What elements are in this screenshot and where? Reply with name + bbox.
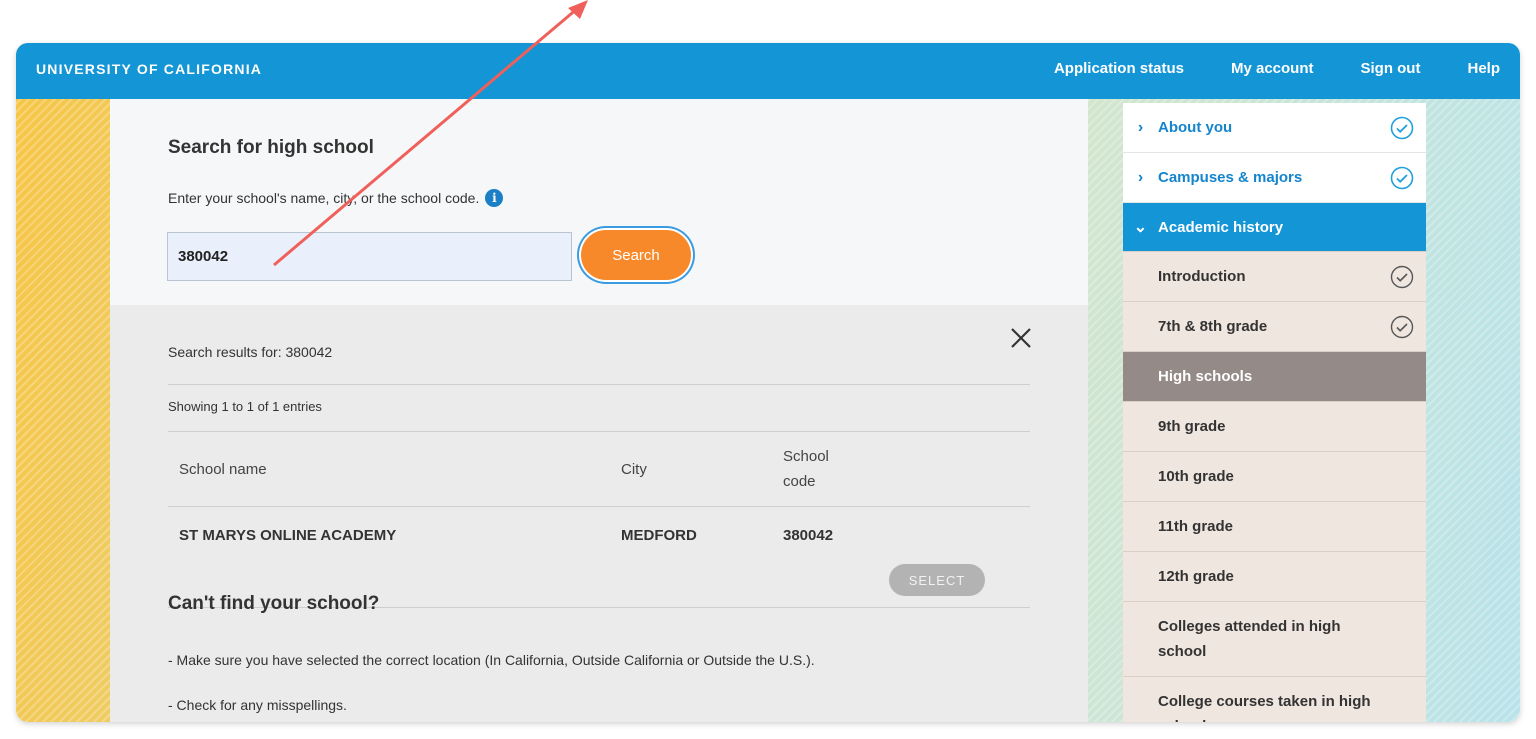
cant-find-heading: Can't find your school? [168,593,380,614]
header-nav: Application status My account Sign out H… [1054,60,1500,77]
sidebar-item-colleges-attended[interactable]: Colleges attended in high school [1123,602,1426,677]
search-panel: Search for high school Enter your school… [110,99,1088,305]
column-header-city: City [621,461,647,478]
column-header-school-code-2: code [783,473,816,490]
tip-location: - Make sure you have selected the correc… [168,652,815,668]
select-school-button[interactable]: SELECT [889,564,985,596]
sidebar-item-10th-grade[interactable]: 10th grade [1123,452,1426,502]
sidebar-item-label: 10th grade [1158,468,1234,485]
brand-logo-text: UNIVERSITY OF CALIFORNIA [36,61,263,77]
sidebar-item-campuses-majors[interactable]: › Campuses & majors [1123,153,1426,203]
check-circle-icon [1390,116,1414,140]
search-hint: Enter your school's name, city, or the s… [168,189,504,207]
info-icon[interactable]: i [485,189,504,207]
progress-sidebar: › About you › Campuses & majors ⌄ Academ… [1123,103,1426,722]
sidebar-item-label: High schools [1158,368,1253,385]
sidebar-item-academic-history[interactable]: ⌄ Academic history [1123,203,1426,252]
chevron-right-icon: › [1137,118,1144,136]
result-city: MEDFORD [621,527,697,544]
result-school-code: 380042 [783,527,834,544]
sidebar-item-label: 12th grade [1158,568,1234,585]
column-header-school-code-1: School [783,448,829,465]
sidebar-item-label: About you [1158,119,1233,136]
check-circle-icon [1390,166,1414,190]
entries-count: Showing 1 to 1 of 1 entries [168,399,322,414]
search-hint-text: Enter your school's name, city, or the s… [168,190,480,206]
nav-my-account[interactable]: My account [1231,60,1314,77]
search-results-label: Search results for: 380042 [168,344,333,360]
sidebar-item-label: 9th grade [1158,418,1226,435]
sidebar-item-label-line2: school [1158,643,1207,660]
sidebar-item-label: 11th grade [1158,518,1234,535]
sidebar-item-label-line2: school [1158,714,1206,722]
sidebar-item-label: 7th & 8th grade [1158,318,1268,335]
sidebar-item-college-courses[interactable]: College courses taken in high school [1123,677,1426,722]
nav-sign-out[interactable]: Sign out [1360,60,1420,77]
sidebar-item-label: Academic history [1158,218,1284,236]
sidebar-item-label-line1: Colleges attended in high [1158,618,1341,635]
sidebar-item-11th-grade[interactable]: 11th grade [1123,502,1426,552]
nav-help[interactable]: Help [1467,60,1500,77]
search-title: Search for high school [168,137,374,158]
nav-application-status[interactable]: Application status [1054,60,1184,77]
sidebar-item-7th-8th-grade[interactable]: 7th & 8th grade [1123,302,1426,352]
sidebar-item-12th-grade[interactable]: 12th grade [1123,552,1426,602]
sidebar-item-9th-grade[interactable]: 9th grade [1123,402,1426,452]
check-circle-icon [1390,315,1414,339]
school-search-input[interactable] [167,232,572,281]
divider [168,384,1030,385]
sidebar-item-introduction[interactable]: Introduction [1123,252,1426,302]
result-school-name: ST MARYS ONLINE ACADEMY [179,527,397,544]
sidebar-item-label-line1: College courses taken in high [1158,693,1371,710]
sidebar-item-label: Campuses & majors [1158,169,1303,186]
main-content: Search for high school Enter your school… [110,99,1088,722]
divider [168,431,1030,432]
app-window: UNIVERSITY OF CALIFORNIA Application sta… [16,43,1520,722]
search-button[interactable]: Search [581,230,691,280]
divider [168,506,1030,507]
chevron-down-icon: ⌄ [1133,219,1148,236]
sidebar-item-high-schools[interactable]: High schools [1123,352,1426,402]
column-header-school-name: School name [179,461,267,478]
sidebar-item-label: Introduction [1158,268,1246,285]
check-circle-icon [1390,265,1414,289]
sidebar-item-about-you[interactable]: › About you [1123,103,1426,153]
close-icon[interactable] [1008,325,1034,351]
tip-misspellings: - Check for any misspellings. [168,697,347,713]
chevron-right-icon: › [1137,168,1144,186]
top-navigation-bar: UNIVERSITY OF CALIFORNIA Application sta… [16,43,1520,99]
